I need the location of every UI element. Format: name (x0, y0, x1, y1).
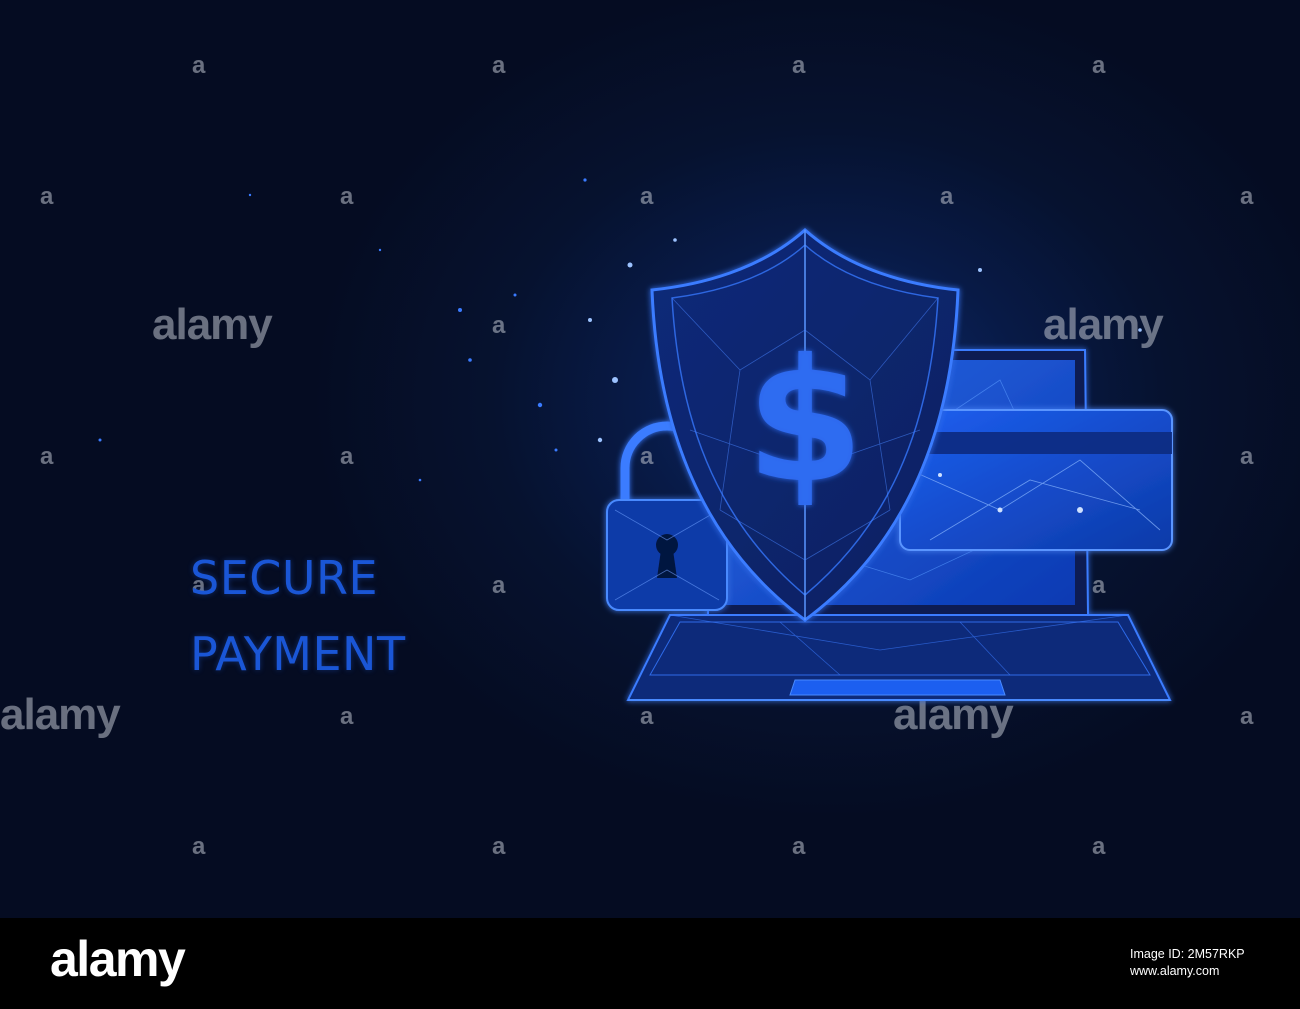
dollar-icon: $ (746, 323, 864, 521)
site-url-text: www.alamy.com (1130, 964, 1220, 978)
watermark-mark: a (492, 833, 506, 860)
watermark-mark: a (492, 52, 506, 79)
watermark-mark: a (192, 52, 206, 79)
watermark-mark: a (1092, 833, 1106, 860)
watermark-mark: a (940, 183, 954, 210)
watermark-mark: a (340, 703, 354, 730)
watermark-mark: a (1240, 183, 1254, 210)
svg-text:$: $ (746, 323, 864, 521)
watermark-mark: a (1240, 703, 1254, 730)
illustration-scene: alamy alamy alamy alamy a a a a a a a a … (0, 0, 1300, 918)
headline-secure: SECURE (190, 551, 379, 605)
headline-payment: PAYMENT (190, 627, 406, 681)
watermark-mark: a (1092, 52, 1106, 79)
watermark-mark: a (792, 833, 806, 860)
footer-bar (0, 918, 1300, 1009)
image-canvas: alamy alamy alamy alamy a a a a a a a a … (0, 0, 1300, 1009)
watermark-word: alamy (0, 690, 121, 739)
watermark-mark: a (1240, 443, 1254, 470)
background-stars (98, 178, 587, 482)
watermark-mark: a (640, 183, 654, 210)
image-id-text: Image ID: 2M57RKP (1130, 947, 1245, 961)
credit-card-icon (899, 409, 1173, 551)
watermark-mark: a (792, 52, 806, 79)
watermark-mark: a (492, 572, 506, 599)
watermark-mark: a (192, 833, 206, 860)
secure-payment-illustration: $ (588, 227, 1173, 701)
footer-logo: alamy (50, 931, 186, 987)
